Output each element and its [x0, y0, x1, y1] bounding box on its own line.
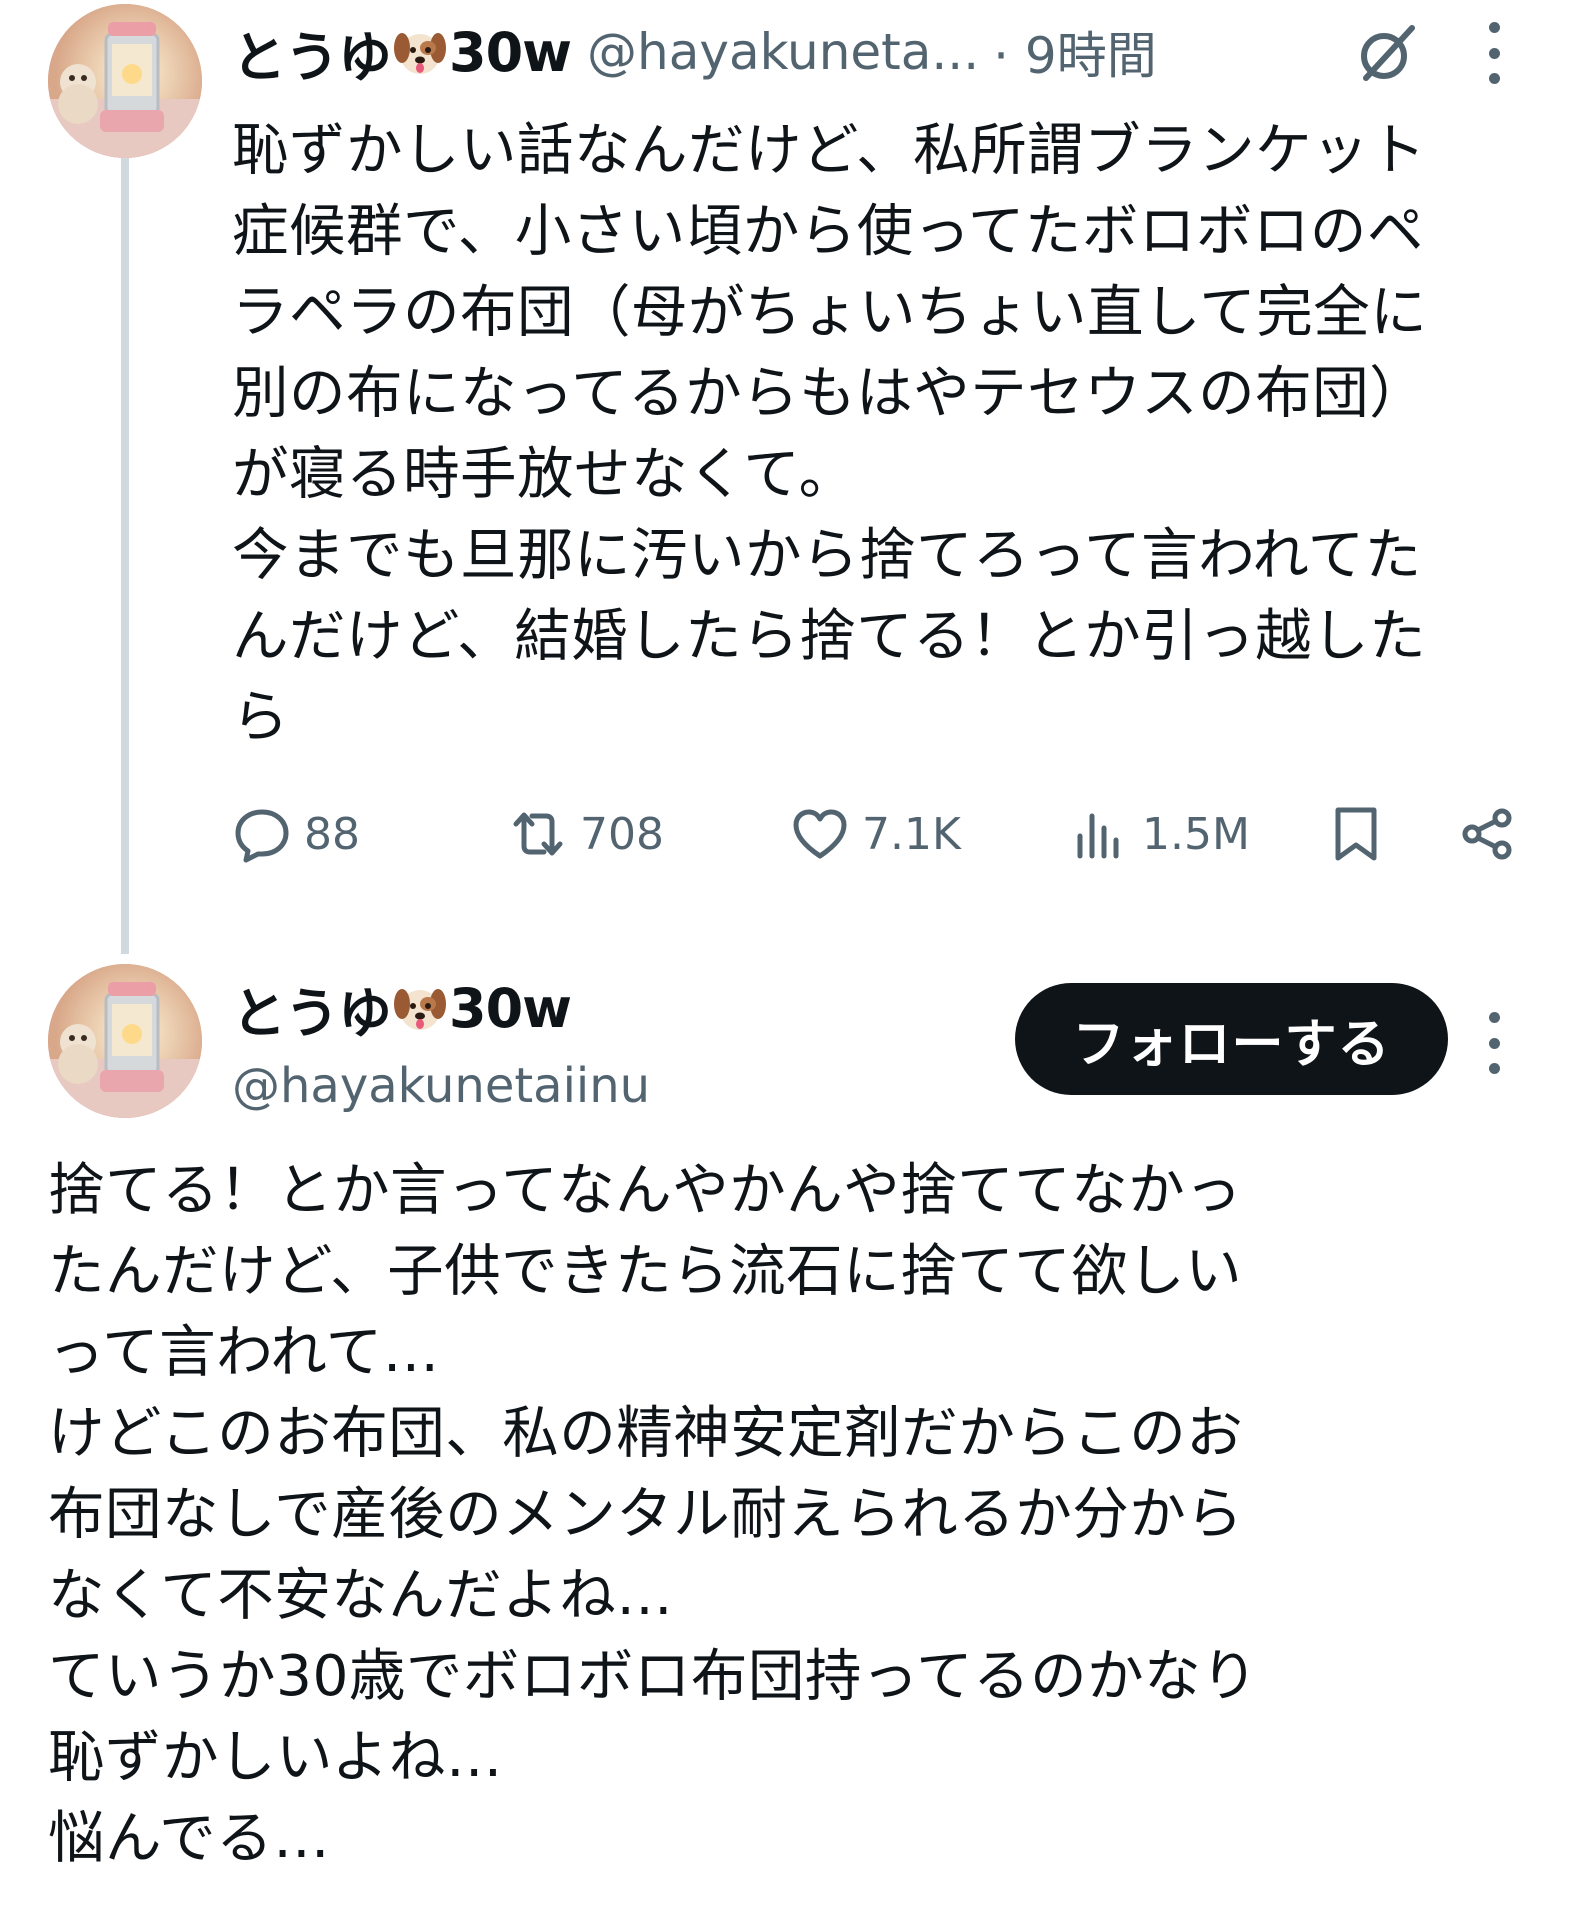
grok-icon[interactable]: [1350, 18, 1422, 90]
tweet-header: とうゆ 30w @hayakuneta... · 9時間: [232, 16, 1157, 89]
share-icon: [1462, 808, 1512, 860]
reply-icon: [235, 809, 289, 863]
dog-face-emoji-icon: [392, 24, 448, 80]
views-icon: [1077, 813, 1119, 859]
author-name[interactable]: とうゆ: [232, 13, 392, 92]
author-name[interactable]: とうゆ: [232, 969, 392, 1048]
author-handle[interactable]: @hayakunetaiinu: [232, 1058, 650, 1114]
thread-line: [121, 158, 129, 954]
views-count: 1.5M: [1142, 808, 1250, 860]
heart-icon: [793, 809, 847, 859]
follow-button[interactable]: フォローする: [1015, 983, 1448, 1095]
more-options-icon[interactable]: [1486, 22, 1502, 84]
avatar[interactable]: [48, 4, 202, 158]
tweet-text: 恥ずかしい話なんだけど、私所謂ブランケット 症候群で、小さい頃から使ってたボロボ…: [232, 118, 1428, 750]
repost-count: 708: [580, 808, 664, 860]
timestamp[interactable]: · 9時間: [993, 16, 1157, 88]
reply-count: 88: [304, 808, 360, 860]
more-options-icon[interactable]: [1486, 1012, 1502, 1074]
bookmark-icon: [1335, 807, 1377, 861]
repost-icon: [513, 812, 563, 856]
dog-face-emoji-icon: [392, 980, 448, 1036]
post-text: 捨てる！とか言ってなんやかんや捨ててなかっ たんだけど、子供できたら流石に捨てて…: [48, 1158, 1259, 1871]
views-button[interactable]: 1.5M: [1070, 804, 1250, 864]
author-suffix: 30w: [449, 976, 572, 1040]
author-handle[interactable]: @hayakuneta...: [587, 23, 979, 81]
reply-author-row: とうゆ 30w: [232, 969, 572, 1048]
author-suffix: 30w: [449, 20, 572, 84]
like-button[interactable]: 7.1K: [790, 804, 961, 864]
repost-button[interactable]: 708: [508, 804, 664, 864]
avatar[interactable]: [48, 964, 202, 1118]
bookmark-button[interactable]: [1326, 804, 1386, 864]
reply-button[interactable]: 88: [232, 804, 360, 864]
share-button[interactable]: [1458, 804, 1518, 864]
like-count: 7.1K: [862, 808, 961, 860]
